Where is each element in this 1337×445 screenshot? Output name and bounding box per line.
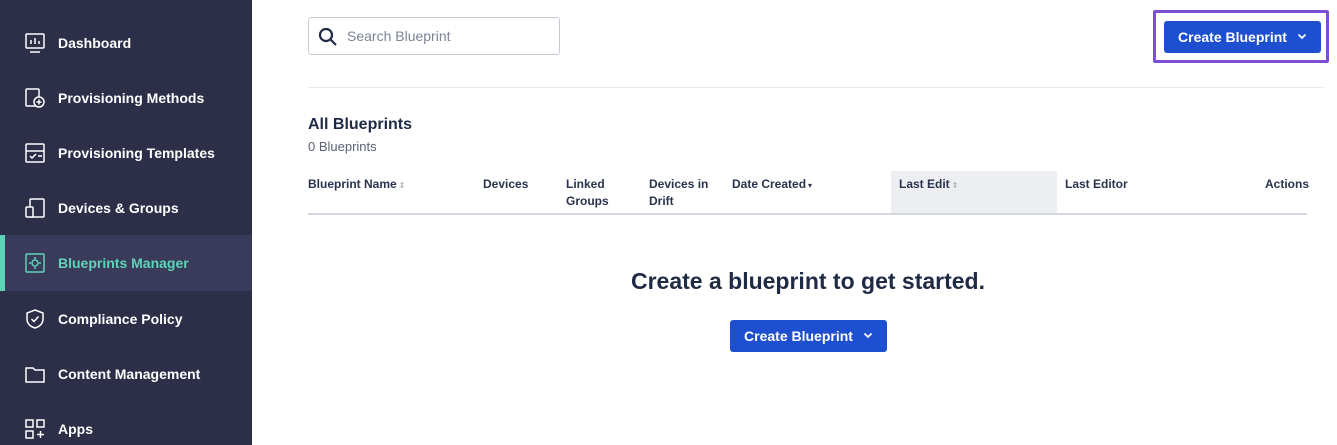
- empty-state-message: Create a blueprint to get started.: [630, 268, 985, 294]
- sidebar-item-label: Apps: [58, 421, 93, 437]
- column-label: Actions: [1265, 177, 1310, 191]
- sort-icon: ⇕: [398, 181, 406, 190]
- search-icon: [318, 27, 338, 47]
- shield-icon: [24, 308, 46, 330]
- search-input[interactable]: [347, 26, 552, 46]
- chevron-down-icon: [863, 331, 873, 342]
- sidebar-item-label: Blueprints Manager: [58, 255, 189, 271]
- dashboard-icon: [24, 32, 46, 54]
- sidebar-item-provisioning-templates[interactable]: Provisioning Templates: [0, 125, 252, 181]
- apps-grid-icon: [24, 418, 46, 440]
- blueprint-count: 0 Blueprints: [308, 139, 377, 154]
- column-header-blueprint-name[interactable]: Blueprint Name ⇕: [308, 176, 405, 194]
- column-label: Devices in Drift: [649, 177, 709, 208]
- provisioning-methods-icon: [24, 87, 46, 109]
- create-blueprint-button[interactable]: Create Blueprint: [1164, 21, 1321, 53]
- sidebar-item-compliance-policy[interactable]: Compliance Policy: [0, 291, 252, 347]
- column-label: Blueprint Name: [308, 177, 397, 191]
- column-label: Date Created: [732, 177, 807, 191]
- column-header-date-created[interactable]: Date Created ▾: [732, 176, 812, 194]
- create-blueprint-label: Create Blueprint: [1178, 29, 1287, 45]
- sidebar-item-devices-groups[interactable]: Devices & Groups: [0, 180, 252, 236]
- sort-icon: ⇕: [951, 181, 959, 190]
- empty-create-blueprint-button[interactable]: Create Blueprint: [730, 320, 887, 352]
- sidebar-item-label: Provisioning Methods: [58, 90, 205, 106]
- provisioning-templates-icon: [24, 142, 46, 164]
- column-header-devices: Devices: [483, 176, 528, 193]
- sidebar-item-dashboard[interactable]: Dashboard: [0, 15, 252, 71]
- column-header-devices-in-drift: Devices in Drift: [649, 176, 719, 210]
- column-label: Linked Groups: [566, 177, 609, 208]
- column-label: Devices: [483, 177, 529, 191]
- sidebar-item-label: Dashboard: [58, 35, 132, 51]
- column-label: Last Editor: [1065, 177, 1128, 191]
- column-header-last-edit[interactable]: Last Edit ⇕: [899, 176, 958, 194]
- sidebar-item-blueprints-manager[interactable]: Blueprints Manager: [0, 235, 252, 291]
- section-title: All Blueprints: [308, 116, 413, 133]
- sidebar: Dashboard Provisioning Methods Provision…: [0, 0, 252, 445]
- sidebar-item-label: Compliance Policy: [58, 311, 183, 327]
- chevron-down-icon: [1297, 32, 1307, 43]
- table-header-border: [308, 213, 1307, 215]
- sidebar-item-content-management[interactable]: Content Management: [0, 346, 252, 402]
- sort-desc-icon: ▾: [808, 181, 813, 190]
- create-blueprint-label: Create Blueprint: [744, 328, 853, 344]
- folder-icon: [24, 363, 46, 385]
- sidebar-item-label: Content Management: [58, 366, 201, 382]
- sidebar-item-apps[interactable]: Apps: [0, 401, 252, 445]
- column-label: Last Edit: [899, 177, 950, 191]
- search-box[interactable]: [308, 17, 560, 55]
- blueprints-icon: [24, 252, 46, 274]
- column-header-actions: Actions: [1265, 176, 1309, 193]
- devices-icon: [24, 197, 46, 219]
- sidebar-item-label: Provisioning Templates: [58, 145, 215, 161]
- sidebar-item-provisioning-methods[interactable]: Provisioning Methods: [0, 70, 252, 126]
- column-header-linked-groups: Linked Groups: [566, 176, 626, 210]
- column-header-last-editor: Last Editor: [1065, 176, 1128, 193]
- header-divider: [308, 87, 1323, 88]
- sidebar-item-label: Devices & Groups: [58, 200, 179, 216]
